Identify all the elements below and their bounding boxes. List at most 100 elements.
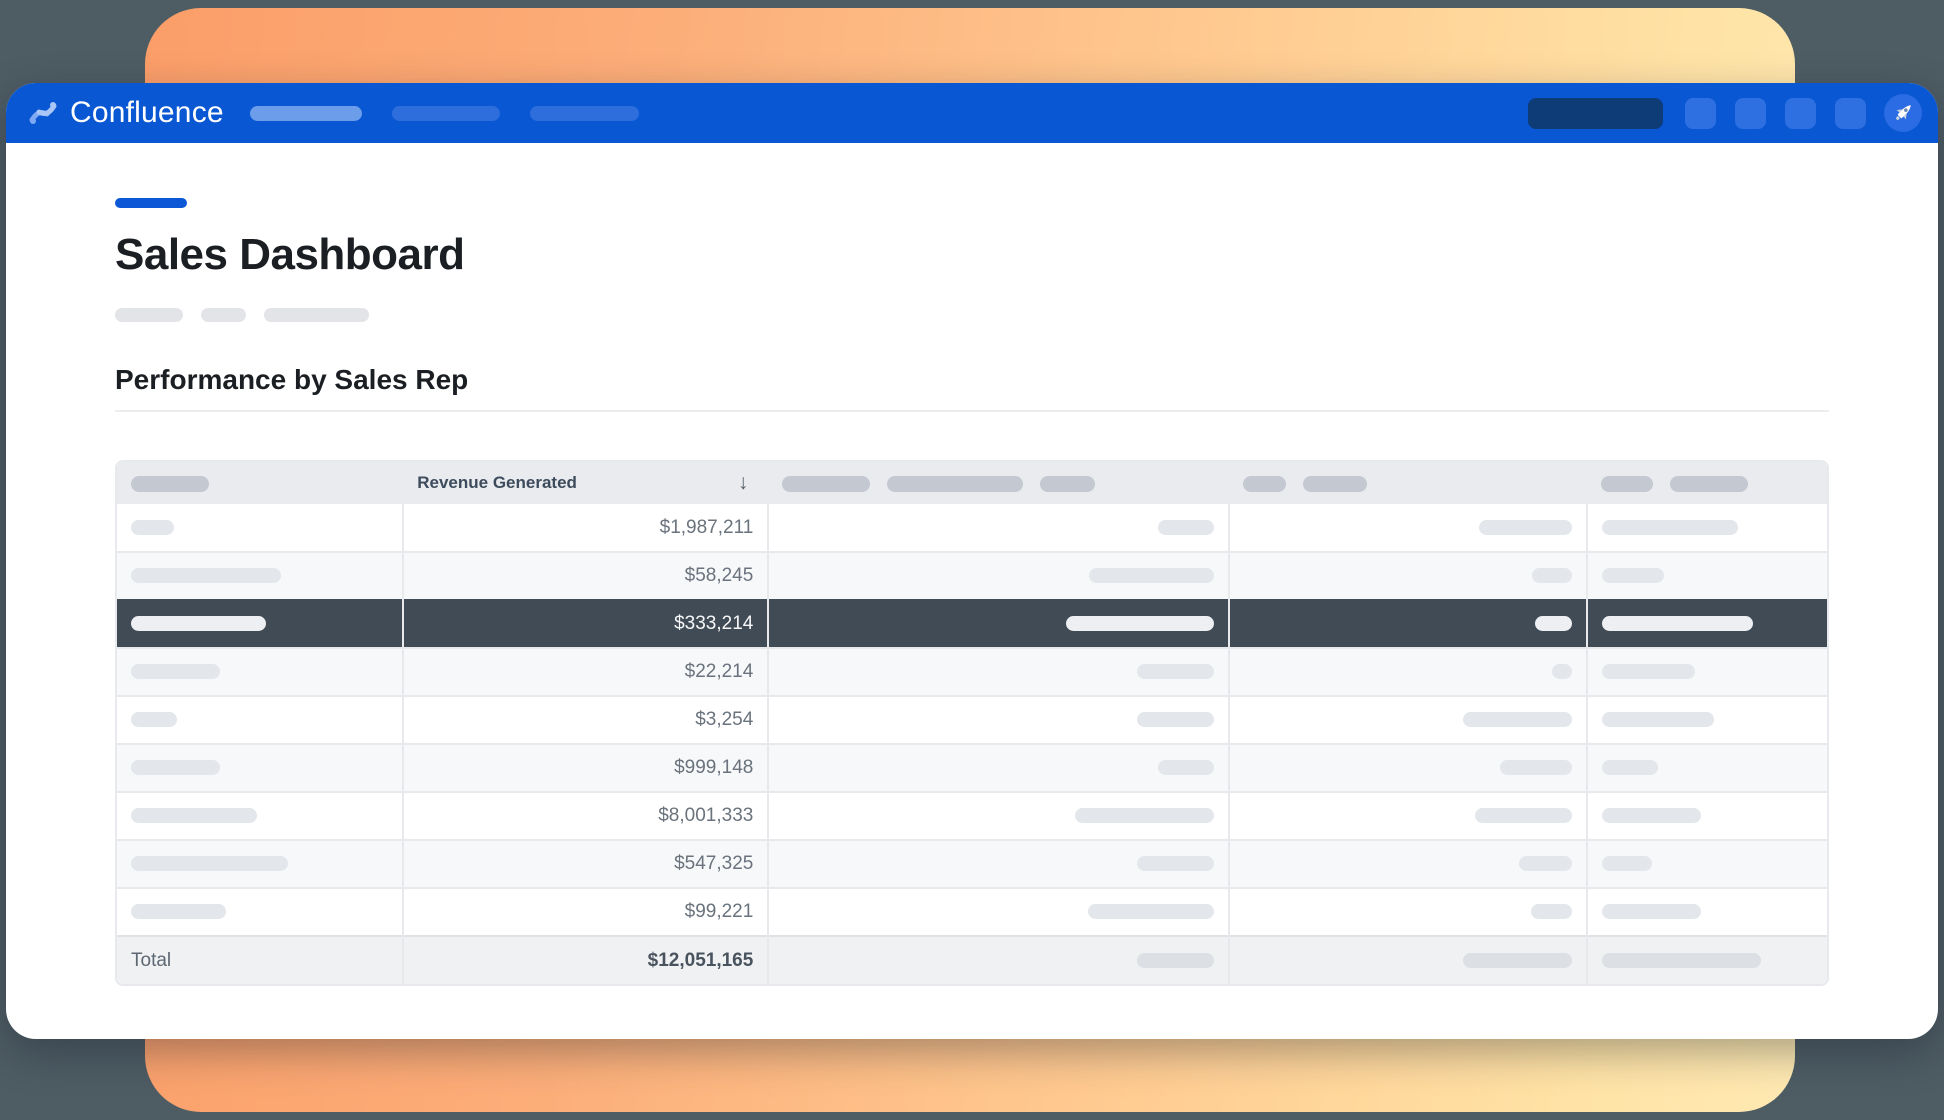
revenue-value: $3,254 [403,696,768,744]
table-row[interactable]: $58,245 [117,552,1827,600]
cell-placeholder [1075,808,1214,823]
revenue-value: $547,325 [403,840,768,888]
table-header-row: Revenue Generated ↓ [117,462,1827,504]
table-row[interactable]: $999,148 [117,744,1827,792]
column-header-5[interactable] [1587,462,1827,504]
cell-placeholder [1602,904,1701,919]
cell-placeholder [1500,760,1572,775]
column-header-revenue[interactable]: Revenue Generated ↓ [403,462,768,504]
cell-placeholder [131,520,174,535]
section-heading: Performance by Sales Rep [115,364,1829,396]
cell-placeholder [1602,712,1714,727]
metadata-placeholder-1 [115,308,183,322]
cell-placeholder [1602,760,1658,775]
sort-descending-icon[interactable]: ↓ [738,471,749,495]
cell-placeholder [1475,808,1572,823]
column-label-placeholder [1243,476,1286,492]
column-label-placeholder [1303,476,1367,492]
cell-placeholder [1137,856,1214,871]
top-navigation [250,106,639,121]
cell-placeholder [1532,568,1572,583]
cell-placeholder [131,712,177,727]
cell-placeholder [1158,760,1214,775]
cell-placeholder [1602,568,1664,583]
table-total-row: Total $12,051,165 [117,936,1827,984]
cell-placeholder [1088,904,1214,919]
cell-placeholder [131,808,257,823]
cell-placeholder [131,664,220,679]
column-label-placeholder [782,476,870,492]
column-label-placeholder [131,476,209,492]
revenue-value: $22,214 [403,648,768,696]
cell-placeholder [1602,808,1701,823]
header-actions [1528,94,1922,132]
cell-placeholder [1602,953,1761,968]
sales-rep-table: Revenue Generated ↓ [115,460,1829,986]
table-row[interactable]: $99,221 [117,888,1827,936]
column-header-4[interactable] [1229,462,1587,504]
cell-placeholder [1089,568,1214,583]
cell-placeholder [1535,616,1572,631]
cell-placeholder [1137,953,1214,968]
cell-placeholder [1463,953,1572,968]
search-input[interactable] [1528,98,1663,129]
cell-placeholder [131,760,220,775]
confluence-home-link[interactable]: Confluence [28,96,224,130]
title-accent-bar [115,198,187,208]
table-row[interactable]: $547,325 [117,840,1827,888]
column-label-placeholder [1040,476,1095,492]
user-avatar[interactable] [1884,94,1922,132]
cell-placeholder [131,856,288,871]
metadata-placeholder-2 [201,308,246,322]
section-divider [115,410,1829,412]
table-row[interactable]: $1,987,211 [117,504,1827,552]
cell-placeholder [1602,664,1695,679]
column-label-placeholder [1601,476,1653,492]
rocket-icon [1890,100,1916,126]
header-icon-button-2[interactable] [1735,98,1766,129]
header-icon-button-1[interactable] [1685,98,1716,129]
header-icon-button-3[interactable] [1785,98,1816,129]
cell-placeholder [131,904,226,919]
page-content: Sales Dashboard Performance by Sales Rep [6,198,1938,986]
table-row[interactable]: $3,254 [117,696,1827,744]
table-row[interactable]: $8,001,333 [117,792,1827,840]
metadata-placeholder-3 [264,308,369,322]
table-row-selected[interactable]: $333,214 [117,600,1827,648]
cell-placeholder [1066,616,1214,631]
column-header-rep[interactable] [117,462,403,504]
cell-placeholder [1479,520,1572,535]
nav-item-placeholder-2[interactable] [392,106,500,121]
total-revenue-value: $12,051,165 [403,936,768,984]
revenue-value: $333,214 [403,600,768,648]
cell-placeholder [1519,856,1572,871]
revenue-value: $58,245 [403,552,768,600]
nav-item-placeholder-1[interactable] [250,106,362,121]
revenue-value: $8,001,333 [403,792,768,840]
cell-placeholder [1552,664,1572,679]
brand-name: Confluence [70,96,224,130]
nav-item-placeholder-3[interactable] [530,106,639,121]
column-label-placeholder [887,476,1023,492]
cell-placeholder [1602,856,1652,871]
app-window: Confluence [6,83,1938,1039]
cell-placeholder [1158,520,1214,535]
cell-placeholder [131,616,266,631]
revenue-value: $99,221 [403,888,768,936]
cell-placeholder [1531,904,1572,919]
page-title: Sales Dashboard [115,230,1829,280]
confluence-logo-icon [28,98,58,128]
app-header-bar: Confluence [6,83,1938,143]
cell-placeholder [1137,712,1214,727]
cell-placeholder [1463,712,1572,727]
total-label: Total [117,936,403,984]
cell-placeholder [1602,616,1753,631]
page-metadata-placeholders [115,308,1829,322]
cell-placeholder [1602,520,1738,535]
cell-placeholder [1137,664,1214,679]
revenue-column-label: Revenue Generated [417,473,577,493]
column-header-3[interactable] [768,462,1229,504]
header-icon-button-4[interactable] [1835,98,1866,129]
revenue-value: $1,987,211 [403,504,768,552]
table-row[interactable]: $22,214 [117,648,1827,696]
